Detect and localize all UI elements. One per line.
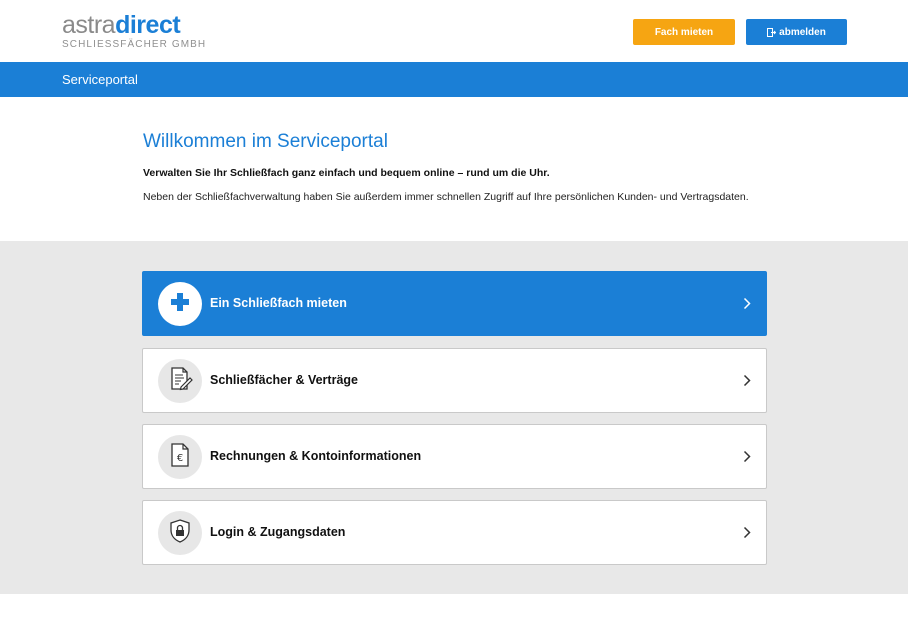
card-label: Rechnungen & Kontoinformationen	[210, 449, 422, 463]
logout-icon	[767, 27, 777, 37]
site-header: astradirect SCHLIESSFÄCHER GMBH Fach mie…	[0, 0, 908, 62]
chevron-right-icon	[743, 526, 751, 544]
intro-text: Neben der Schließfachverwaltung haben Si…	[143, 191, 749, 203]
portal-title: Serviceportal	[62, 72, 138, 87]
logo-subtitle: SCHLIESSFÄCHER GMBH	[62, 39, 207, 50]
card-label: Schließfächer & Verträge	[210, 373, 358, 387]
euro-document-icon: €	[168, 442, 192, 473]
logo-text-direct: direct	[115, 11, 181, 39]
logout-label: abmelden	[779, 26, 826, 38]
astradirect-logo[interactable]: astradirect SCHLIESSFÄCHER GMBH	[62, 12, 206, 50]
card-label: Login & Zugangsdaten	[210, 525, 346, 539]
chevron-right-icon	[743, 374, 751, 392]
svg-text:€: €	[177, 453, 183, 464]
card-label: Ein Schließfach mieten	[210, 296, 347, 310]
card-invoices-account[interactable]: € Rechnungen & Kontoinformationen	[142, 424, 767, 489]
chevron-right-icon	[743, 450, 751, 468]
chevron-right-icon	[743, 297, 751, 315]
intro-lead: Verwalten Sie Ihr Schließfach ganz einfa…	[143, 167, 550, 179]
page-title: Willkommen im Serviceportal	[143, 131, 388, 152]
rent-locker-button[interactable]: Fach mieten	[633, 19, 735, 45]
logo-text-astra: astra	[62, 11, 116, 39]
shield-lock-icon	[167, 518, 193, 549]
logout-button[interactable]: abmelden	[746, 19, 847, 45]
card-rent-locker[interactable]: Ein Schließfach mieten	[142, 271, 767, 336]
document-edit-icon	[167, 366, 193, 397]
portal-navbar: Serviceportal	[0, 62, 908, 97]
plus-icon	[169, 291, 191, 318]
intro-section: Willkommen im Serviceportal Verwalten Si…	[143, 130, 783, 203]
card-login-credentials[interactable]: Login & Zugangsdaten	[142, 500, 767, 565]
card-lockers-contracts[interactable]: Schließfächer & Verträge	[142, 348, 767, 413]
